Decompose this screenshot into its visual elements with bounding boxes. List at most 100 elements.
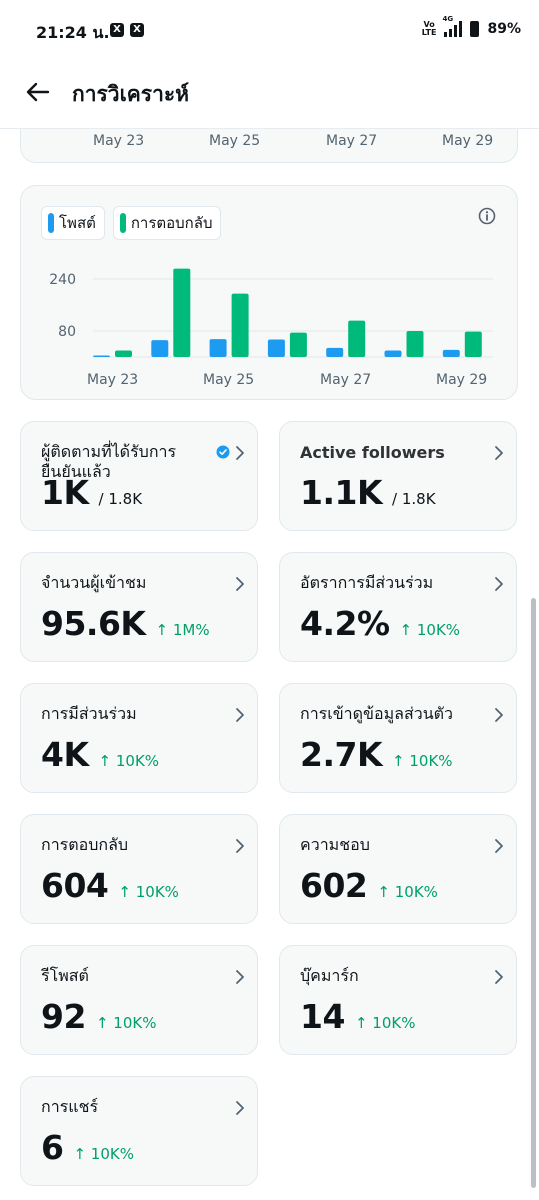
metric-value: 602 bbox=[300, 866, 368, 905]
back-arrow-icon[interactable] bbox=[22, 76, 54, 108]
metric-label: จำนวนผู้เข้าชม bbox=[41, 573, 147, 592]
legend-label: การตอบกลับ bbox=[130, 214, 213, 232]
metric-change: ↑ 1M% bbox=[155, 621, 210, 639]
status-time: 21:24 น. bbox=[36, 23, 110, 42]
scrollbar[interactable] bbox=[531, 598, 536, 1188]
x-notification-icon: X bbox=[130, 23, 144, 37]
chevron-right-icon bbox=[495, 970, 503, 984]
verified-badge-icon bbox=[216, 445, 230, 459]
metric-value-row: 602 ↑ 10K% bbox=[300, 866, 438, 905]
metric-label: บุ๊คมาร์ก bbox=[300, 966, 359, 985]
header-divider bbox=[0, 128, 539, 129]
metric-label: Active followers bbox=[300, 443, 445, 462]
bar-posts[interactable] bbox=[209, 339, 227, 357]
x-axis-label: May 27 bbox=[326, 133, 378, 149]
battery-icon bbox=[470, 21, 480, 37]
chevron-right-icon bbox=[495, 839, 503, 853]
metric-value-row: 1.1K / 1.8K bbox=[300, 473, 436, 512]
metric-card[interactable]: รีโพสต์ 92 ↑ 10K% bbox=[20, 945, 258, 1055]
metric-value: 4.2% bbox=[300, 604, 390, 643]
battery-percent: 89% bbox=[487, 21, 521, 37]
status-bar: 21:24 น. X X Vo LTE 4G 89% bbox=[0, 0, 539, 62]
metric-value-row: 2.7K ↑ 10K% bbox=[300, 735, 453, 774]
metric-change: ↑ 10K% bbox=[354, 1014, 416, 1032]
metric-value-row: 6 ↑ 10K% bbox=[41, 1128, 134, 1167]
bar-posts[interactable] bbox=[151, 340, 169, 357]
info-icon[interactable] bbox=[477, 206, 497, 226]
metric-change: ↑ 10K% bbox=[95, 1014, 157, 1032]
legend-swatch bbox=[48, 213, 54, 233]
metric-card[interactable]: การเข้าดูข้อมูลส่วนตัว 2.7K ↑ 10K% bbox=[279, 683, 517, 793]
metric-total: / 1.8K bbox=[98, 490, 143, 508]
metric-value-row: 1K / 1.8K bbox=[41, 473, 142, 512]
metric-value: 95.6K bbox=[41, 604, 146, 643]
metric-value: 2.7K bbox=[300, 735, 383, 774]
metric-label: การมีส่วนร่วม bbox=[41, 704, 137, 723]
bar-replies[interactable] bbox=[348, 320, 366, 357]
metric-change: ↑ 10K% bbox=[377, 883, 438, 901]
metric-card[interactable]: Active followers 1.1K / 1.8K bbox=[279, 421, 517, 531]
metric-value: 604 bbox=[41, 866, 109, 905]
chevron-right-icon bbox=[236, 577, 244, 591]
metric-card[interactable]: การมีส่วนร่วม 4K ↑ 10K% bbox=[20, 683, 258, 793]
network-type: 4G bbox=[442, 15, 454, 23]
chevron-right-icon bbox=[236, 1101, 244, 1115]
y-tick-label: 240 bbox=[49, 272, 76, 288]
metric-label: ความชอบ bbox=[300, 835, 370, 854]
x-axis-label: May 25 bbox=[209, 133, 261, 149]
metric-value: 6 bbox=[41, 1128, 64, 1167]
bar-replies[interactable] bbox=[464, 331, 482, 357]
signal-icon: 4G bbox=[442, 15, 463, 37]
metric-label: การแชร์ bbox=[41, 1097, 99, 1116]
legend-item-posts[interactable]: โพสต์ bbox=[41, 206, 105, 240]
x-axis-label: May 27 bbox=[320, 372, 371, 388]
bar-posts[interactable] bbox=[442, 349, 460, 357]
metric-card[interactable]: บุ๊คมาร์ก 14 ↑ 10K% bbox=[279, 945, 517, 1055]
bar-replies[interactable] bbox=[406, 331, 424, 357]
activity-chart-card: โพสต์ การตอบกลับ 240 80 May 23 May 25 May 27… bbox=[20, 185, 518, 400]
metric-card[interactable]: ความชอบ 602 ↑ 10K% bbox=[279, 814, 517, 924]
metric-card[interactable]: อัตราการมีส่วนร่วม 4.2% ↑ 10K% bbox=[279, 552, 517, 662]
metric-value-row: 92 ↑ 10K% bbox=[41, 997, 156, 1036]
metric-value-row: 4.2% ↑ 10K% bbox=[300, 604, 460, 643]
volte-icon: Vo LTE bbox=[421, 20, 437, 37]
bar-posts[interactable] bbox=[93, 355, 110, 358]
metric-value: 4K bbox=[41, 735, 89, 774]
bar-chart: 240 80 May 23 May 25 May 27 May 29 bbox=[49, 268, 493, 388]
top-app-bar: การวิเคราะห์ bbox=[0, 62, 539, 128]
bar-posts[interactable] bbox=[267, 339, 285, 357]
x-notification-icon: X bbox=[110, 23, 124, 37]
bar-replies[interactable] bbox=[289, 332, 307, 357]
bar-posts[interactable] bbox=[326, 347, 344, 357]
metric-value-row: 604 ↑ 10K% bbox=[41, 866, 179, 905]
status-indicators: Vo LTE 4G 89% bbox=[421, 15, 521, 37]
page-title: การวิเคราะห์ bbox=[72, 82, 189, 106]
metric-card[interactable]: จำนวนผู้เข้าชม 95.6K ↑ 1M% bbox=[20, 552, 258, 662]
metric-value-row: 4K ↑ 10K% bbox=[41, 735, 159, 774]
bar-posts[interactable] bbox=[384, 350, 402, 358]
metric-value: 92 bbox=[41, 997, 86, 1036]
legend-label: โพสต์ bbox=[59, 214, 96, 232]
metric-card[interactable]: การตอบกลับ 604 ↑ 10K% bbox=[20, 814, 258, 924]
bar-replies[interactable] bbox=[173, 268, 191, 357]
chevron-right-icon bbox=[236, 970, 244, 984]
bar-replies[interactable] bbox=[231, 293, 249, 357]
legend-item-replies[interactable]: การตอบกลับ bbox=[112, 206, 222, 240]
x-axis-label: May 23 bbox=[87, 372, 138, 388]
metric-change: ↑ 10K% bbox=[73, 1145, 134, 1163]
metric-card[interactable]: ผู้ติดตามที่ได้รับการยืนยันแล้ว 1K/ 1.8K bbox=[20, 421, 258, 531]
bar-replies[interactable] bbox=[115, 350, 132, 358]
chevron-right-icon bbox=[236, 708, 244, 722]
chevron-right-icon bbox=[495, 708, 503, 722]
x-axis-label: May 23 bbox=[93, 133, 145, 149]
metric-value-row: 95.6K ↑ 1M% bbox=[41, 604, 210, 643]
chevron-right-icon bbox=[495, 446, 503, 460]
chevron-right-icon bbox=[236, 446, 244, 460]
metric-card[interactable]: การแชร์ 6 ↑ 10K% bbox=[20, 1076, 258, 1186]
chart-legend: โพสต์ การตอบกลับ bbox=[41, 206, 222, 240]
x-axis-label: May 25 bbox=[203, 372, 254, 388]
metric-label: อัตราการมีส่วนร่วม bbox=[300, 573, 434, 592]
metric-change: ↑ 10K% bbox=[118, 883, 179, 901]
metric-label: รีโพสต์ bbox=[41, 966, 89, 985]
x-axis-label: May 29 bbox=[442, 133, 494, 149]
